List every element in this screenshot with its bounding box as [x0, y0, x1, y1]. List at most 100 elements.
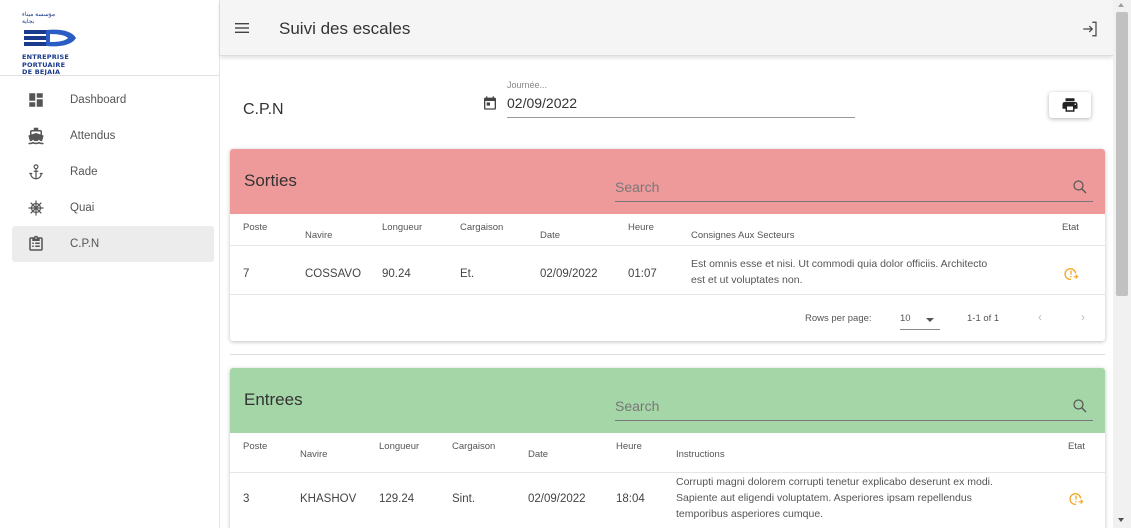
page-title: C.P.N [243, 101, 284, 118]
chevron-right-icon[interactable]: › [1081, 310, 1085, 324]
column-header-poste[interactable]: Poste [243, 441, 267, 452]
sidebar-item-label: Attendus [70, 130, 116, 142]
cell-heure: 18:04 [616, 493, 645, 505]
entrees-search [615, 394, 1093, 422]
print-icon [1062, 98, 1078, 112]
ship-icon [14, 127, 58, 145]
sidebar-item-label: Dashboard [70, 94, 127, 106]
date-field-value[interactable]: 02/09/2022 [507, 95, 577, 111]
column-header-longueur[interactable]: Longueur [379, 441, 419, 452]
logout-icon[interactable] [1081, 20, 1099, 38]
entrees-card: Entrees Poste Navire Longueur Cargaison … [230, 368, 1105, 528]
cell-instructions-line2: Sapiente aut eligendi voluptatem. Asperi… [676, 492, 972, 504]
search-icon[interactable] [1071, 397, 1089, 415]
helm-icon [14, 199, 58, 217]
logo: مؤسسة ميناء بجاية ENTREPRISE PORTUAIRE D… [22, 12, 82, 75]
column-header-heure[interactable]: Heure [616, 441, 642, 452]
print-button[interactable] [1049, 92, 1091, 118]
row-separator [230, 472, 1105, 473]
sidebar: مؤسسة ميناء بجاية ENTREPRISE PORTUAIRE D… [0, 0, 220, 528]
date-field-underline [507, 117, 855, 118]
clock-alert-icon[interactable] [1063, 266, 1079, 282]
column-header-navire[interactable]: Navire [305, 230, 332, 241]
sidebar-item-attendus[interactable]: Attendus [12, 118, 214, 154]
clock-alert-icon[interactable] [1068, 491, 1084, 507]
cell-poste: 7 [243, 268, 250, 280]
rows-per-page-value: 10 [900, 313, 911, 324]
column-header-date[interactable]: Date [540, 230, 560, 241]
menu-icon[interactable] [234, 20, 250, 36]
cell-longueur: 129.24 [379, 493, 415, 505]
logo-wave-icon [24, 29, 76, 47]
sidebar-nav: Dashboard Attendus Rade Quai C.P.N [12, 82, 214, 262]
page-scrollbar[interactable] [1113, 0, 1131, 528]
app-root: مؤسسة ميناء بجاية ENTREPRISE PORTUAIRE D… [0, 0, 1131, 528]
entrees-search-input[interactable] [615, 394, 1055, 418]
column-header-cargaison[interactable]: Cargaison [452, 441, 495, 452]
anchor-icon [14, 163, 58, 181]
clipboard-icon [14, 235, 58, 253]
column-header-navire[interactable]: Navire [300, 449, 327, 460]
row-separator [230, 245, 1105, 246]
sidebar-item-label: Quai [70, 202, 95, 214]
cell-consignes-line2: est et ut voluptates non. [691, 274, 803, 286]
row-separator [230, 294, 1105, 295]
column-header-heure[interactable]: Heure [628, 222, 654, 233]
sidebar-item-label: C.P.N [70, 238, 100, 250]
sidebar-item-quai[interactable]: Quai [12, 190, 214, 226]
app-header: Suivi des escales [220, 0, 1113, 56]
sorties-search-input[interactable] [615, 175, 1055, 199]
cell-instructions-line1: Corrupti magni dolorem corrupti tenetur … [676, 476, 993, 488]
cell-navire: COSSAVO [305, 268, 362, 280]
sorties-search [615, 175, 1093, 203]
scroll-up-arrow[interactable] [1118, 3, 1124, 7]
logo-arabic-text: مؤسسة ميناء بجاية [22, 12, 56, 25]
pagination-range: 1-1 of 1 [967, 313, 1000, 324]
scroll-down-arrow[interactable] [1118, 518, 1124, 522]
column-header-longueur[interactable]: Longueur [382, 222, 422, 233]
sidebar-item-cpn[interactable]: C.P.N [12, 226, 214, 262]
cell-heure: 01:07 [628, 268, 657, 280]
rows-per-page-select[interactable]: 10 [900, 311, 940, 330]
cell-cargaison: Sint. [452, 493, 476, 505]
cell-longueur: 90.24 [382, 268, 411, 280]
cell-date: 02/09/2022 [528, 493, 586, 505]
date-field[interactable]: Journée... 02/09/2022 [482, 80, 855, 120]
column-header-instructions[interactable]: Instructions [676, 449, 725, 460]
chevron-down-icon [926, 318, 934, 322]
logo-line1: ENTREPRISE [22, 53, 70, 61]
select-underline [900, 329, 940, 330]
search-underline [615, 420, 1093, 421]
cell-date: 02/09/2022 [540, 268, 598, 280]
column-header-poste[interactable]: Poste [243, 222, 267, 233]
cell-instructions-line3: temporibus asperiores cumque. [676, 508, 824, 520]
rows-per-page-label: Rows per page: [805, 313, 872, 324]
sorties-title: Sorties [244, 171, 297, 190]
chevron-left-icon[interactable]: ‹ [1038, 310, 1042, 324]
sidebar-item-label: Rade [70, 166, 98, 178]
cell-cargaison: Et. [460, 268, 475, 280]
cell-navire: KHASHOV [300, 493, 357, 505]
sidebar-divider [0, 75, 220, 76]
column-header-consignes[interactable]: Consignes Aux Secteurs [691, 230, 795, 241]
sorties-card: Sorties Poste Navire Longueur Cargaison … [230, 149, 1105, 341]
column-header-date[interactable]: Date [528, 449, 548, 460]
section-divider [230, 354, 1105, 355]
search-underline [615, 201, 1093, 202]
sidebar-item-dashboard[interactable]: Dashboard [12, 82, 214, 118]
entrees-title: Entrees [244, 390, 303, 409]
search-icon[interactable] [1071, 178, 1089, 196]
entrees-header: Entrees [230, 368, 1105, 433]
date-field-label: Journée... [507, 80, 548, 90]
scroll-thumb[interactable] [1116, 12, 1128, 296]
column-header-cargaison[interactable]: Cargaison [460, 222, 503, 233]
column-header-etat[interactable]: Etat [1068, 441, 1085, 452]
cell-consignes-line1: Est omnis esse et nisi. Ut commodi quia … [691, 258, 988, 270]
sorties-header: Sorties [230, 149, 1105, 214]
column-header-etat[interactable]: Etat [1062, 222, 1079, 233]
cell-poste: 3 [243, 493, 250, 505]
app-title: Suivi des escales [279, 19, 411, 38]
calendar-icon[interactable] [482, 95, 498, 111]
sidebar-item-rade[interactable]: Rade [12, 154, 214, 190]
dashboard-icon [14, 91, 58, 109]
